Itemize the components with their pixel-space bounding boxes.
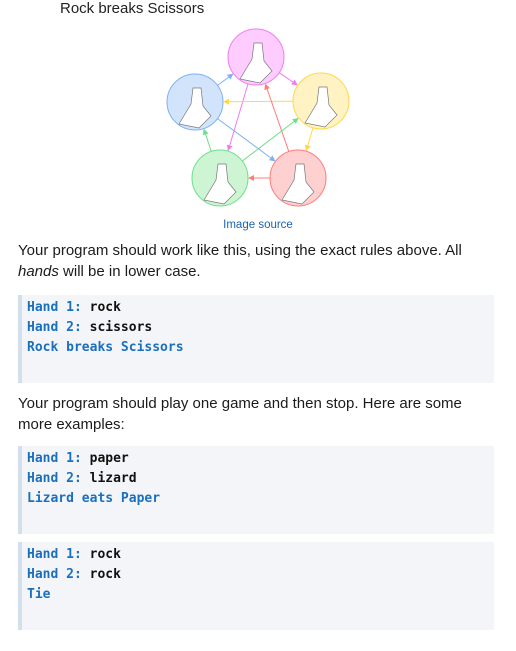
- text: will be in lower case.: [58, 263, 201, 280]
- code-line: Hand 1: rock: [27, 545, 494, 565]
- code-text: Hand 2:: [27, 567, 90, 582]
- arrow-spock-beats-scissors: [217, 73, 234, 86]
- more-examples-paragraph: Your program should play one game and th…: [18, 395, 462, 433]
- arrow-scissors-beats-lizard: [226, 83, 249, 152]
- code-text: lizard: [89, 471, 137, 486]
- arrow-rock-beats-scissors: [264, 83, 290, 152]
- arrow-lizard-beats-spock: [202, 128, 212, 152]
- code-text: Hand 1:: [27, 547, 90, 562]
- code-line: Hand 1: paper: [27, 449, 494, 469]
- code-text: paper: [89, 451, 129, 466]
- code-example-2: Hand 1: paper Hand 2: lizard Lizard eats…: [18, 446, 494, 534]
- code-result: Rock breaks Scissors: [27, 340, 184, 355]
- code-result: Lizard eats Paper: [27, 491, 161, 506]
- code-text: Hand 2:: [27, 320, 90, 335]
- code-text: Hand 1:: [27, 451, 90, 466]
- code-text: scissors: [89, 320, 153, 335]
- arrow-paper-beats-rock: [304, 127, 314, 152]
- image-source-link[interactable]: Image source: [0, 219, 516, 231]
- code-text: Hand 2:: [27, 471, 90, 486]
- emphasis: hands: [18, 263, 59, 280]
- code-example-3: Hand 1: rock Hand 2: rock Tie: [18, 542, 494, 630]
- code-text: rock: [89, 300, 121, 315]
- text: Your program should work like this, usin…: [18, 242, 462, 259]
- arrow-scissors-beats-paper: [278, 72, 298, 86]
- instructions-paragraph: Your program should work like this, usin…: [18, 240, 498, 282]
- code-text: Hand 1:: [27, 300, 90, 315]
- code-line: Hand 1: rock: [27, 298, 494, 318]
- code-example-1: Hand 1: rock Hand 2: scissors Rock break…: [18, 295, 494, 383]
- code-result: Tie: [27, 587, 51, 602]
- arrow-paper-beats-spock: [222, 98, 294, 105]
- cut-off-heading: Rock breaks Scissors: [60, 0, 205, 17]
- code-line: Hand 2: lizard: [27, 469, 494, 489]
- code-text: rock: [89, 547, 121, 562]
- rock-paper-scissors-lizard-spock-diagram: [166, 28, 350, 207]
- code-line: Hand 2: scissors: [27, 318, 494, 338]
- code-line: Hand 2: rock: [27, 565, 494, 585]
- code-text: rock: [89, 567, 121, 582]
